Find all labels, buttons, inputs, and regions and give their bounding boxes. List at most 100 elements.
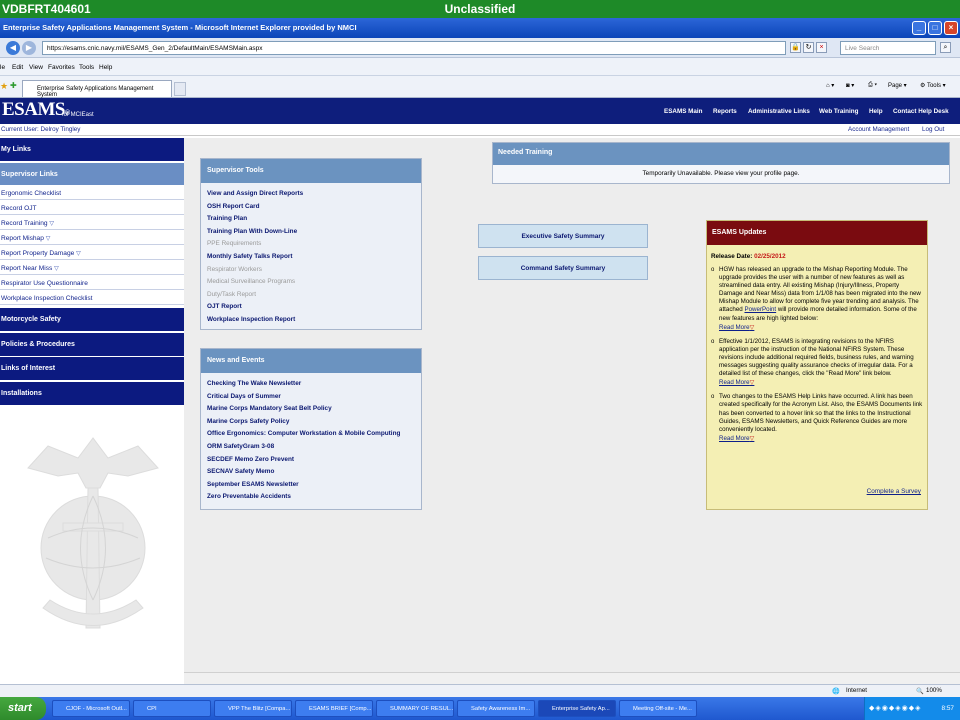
supervisor-tool-link[interactable]: Monthly Safety Talks Report — [201, 253, 421, 266]
nav-reports[interactable]: Reports — [713, 108, 737, 115]
nav-installations[interactable]: Installations — [0, 382, 184, 405]
nav-help[interactable]: Help — [869, 108, 883, 115]
supervisor-tool-link[interactable]: View and Assign Direct Reports — [201, 190, 421, 203]
menu-edit[interactable]: Edit — [12, 64, 23, 71]
news-link[interactable]: Checking The Wake Newsletter — [201, 380, 421, 393]
news-link[interactable]: SECNAV Safety Memo — [201, 468, 421, 481]
add-favorite-icon[interactable]: ✚ — [10, 81, 17, 90]
news-link[interactable]: Critical Days of Summer — [201, 393, 421, 406]
nav-item-record-ojt[interactable]: Record OJT — [0, 203, 184, 215]
lock-icon[interactable]: 🔒 — [790, 42, 801, 53]
taskbar-button[interactable]: CJOF - Microsoft Outl... — [52, 700, 130, 717]
url-field[interactable]: https://esams.cnic.navy.mil/ESAMS_Gen_2/… — [42, 41, 786, 55]
window-title-bar[interactable]: Enterprise Safety Applications Managemen… — [0, 18, 960, 38]
feeds-icon[interactable]: ◙ ▾ — [846, 82, 854, 89]
tools-menu[interactable]: ⚙ Tools ▾ — [920, 82, 946, 89]
supervisor-tool-link[interactable]: Workplace Inspection Report — [201, 316, 421, 329]
start-button[interactable]: start — [0, 697, 46, 720]
news-link[interactable]: SECDEF Memo Zero Prevent — [201, 456, 421, 469]
minimize-button[interactable]: _ — [912, 21, 926, 35]
favorites-star-icon[interactable]: ★ — [0, 81, 8, 92]
chevron-down-icon[interactable]: ▽ — [46, 236, 51, 242]
supervisor-tool-link[interactable]: OJT Report — [201, 303, 421, 316]
taskbar-button[interactable]: CPI — [133, 700, 211, 717]
search-input[interactable]: Live Search — [840, 41, 936, 55]
account-management-link[interactable]: Account Management — [848, 126, 909, 133]
supervisor-tool-link[interactable]: Training Plan With Down-Line — [201, 228, 421, 241]
read-more-link[interactable]: Read More▽ — [719, 434, 923, 443]
stop-icon[interactable]: × — [816, 42, 827, 53]
chevron-down-icon[interactable]: ▽ — [54, 266, 59, 272]
read-more-link[interactable]: Read More▽ — [719, 378, 923, 387]
menu-favorites[interactable]: Favorites — [48, 64, 75, 71]
nav-item-workplace-inspection-checklist[interactable]: Workplace Inspection Checklist — [0, 293, 184, 305]
news-link[interactable]: Zero Preventable Accidents — [201, 493, 421, 506]
taskbar: start CJOF - Microsoft Outl... CPI VPP The… — [0, 697, 960, 720]
chevron-down-icon[interactable]: ▽ — [49, 221, 54, 227]
nav-web-training[interactable]: Web Training — [819, 108, 858, 115]
zoom-level[interactable]: 100% — [926, 687, 942, 694]
zoom-icon[interactable]: 🔍 — [916, 687, 924, 695]
news-link[interactable]: September ESAMS Newsletter — [201, 481, 421, 494]
nav-item-ergonomic-checklist[interactable]: Ergonomic Checklist — [0, 188, 184, 200]
supervisor-tool-link[interactable]: OSH Report Card — [201, 203, 421, 216]
system-tray: ◆◈◉◆◈◉◆◈ 8:57 — [864, 697, 960, 720]
new-tab-button[interactable] — [174, 82, 186, 96]
taskbar-button[interactable]: VPP The Blitz [Compa... — [214, 700, 292, 717]
logout-link[interactable]: Log Out — [922, 126, 944, 133]
taskbar-button[interactable]: Safety Awareness Im... — [457, 700, 535, 717]
news-link[interactable]: Marine Corps Mandatory Seat Belt Policy — [201, 405, 421, 418]
page-menu[interactable]: Page ▾ — [888, 82, 907, 89]
news-link[interactable]: Office Ergonomics: Computer Workstation … — [201, 430, 421, 443]
chevron-down-icon[interactable]: ▽ — [76, 251, 81, 257]
nav-links-of-interest[interactable]: Links of Interest — [0, 357, 184, 380]
taskbar-button-label: SUMMARY OF RESUL... — [390, 706, 454, 712]
esams-logo[interactable]: ESAMS® — [2, 99, 70, 121]
taskbar-button[interactable]: ESAMS BRIEF [Comp... — [295, 700, 373, 717]
command-safety-summary-button[interactable]: Command Safety Summary — [478, 256, 648, 280]
window-title: Enterprise Safety Applications Managemen… — [3, 23, 357, 32]
nav-esams-main[interactable]: ESAMS Main — [664, 108, 703, 115]
menu-view[interactable]: View — [29, 64, 43, 71]
nav-item-report-near-miss[interactable]: Report Near Miss ▽ — [0, 263, 184, 275]
taskbar-button[interactable]: Enterprise Safety Ap... — [538, 700, 616, 717]
taskbar-button[interactable]: Meeting Off-site - Me... — [619, 700, 697, 717]
close-button[interactable]: × — [944, 21, 958, 35]
home-icon[interactable]: ⌂ ▾ — [826, 82, 834, 89]
read-more-link[interactable]: Read More▽ — [719, 323, 923, 332]
news-link[interactable]: Marine Corps Safety Policy — [201, 418, 421, 431]
tray-icons[interactable]: ◆◈◉◆◈◉◆◈ — [869, 704, 922, 712]
bullet-icon: o — [711, 267, 715, 273]
search-icon[interactable]: ⌕ — [940, 42, 951, 53]
nav-policies-procedures[interactable]: Policies & Procedures — [0, 333, 184, 356]
nav-motorcycle-safety[interactable]: Motorcycle Safety — [0, 308, 184, 331]
taskbar-button-label: ESAMS BRIEF [Comp... — [309, 706, 372, 712]
forward-icon[interactable]: ▶ — [22, 41, 36, 55]
nav-item-report-property-damage[interactable]: Report Property Damage ▽ — [0, 248, 184, 260]
menu-file[interactable]: le — [0, 64, 5, 71]
nav-administrative-links[interactable]: Administrative Links — [748, 108, 810, 115]
powerpoint-link[interactable]: PowerPoint — [744, 306, 776, 313]
supervisor-tool-link[interactable]: Training Plan — [201, 215, 421, 228]
taskbar-button[interactable]: SUMMARY OF RESUL... — [376, 700, 454, 717]
refresh-icon[interactable]: ↻ — [803, 42, 814, 53]
nav-my-links[interactable]: My Links — [0, 138, 184, 161]
nav-item-report-mishap[interactable]: Report Mishap ▽ — [0, 233, 184, 245]
browser-tab[interactable]: Enterprise Safety Applications Managemen… — [22, 80, 172, 98]
back-icon[interactable]: ◀ — [6, 41, 20, 55]
menu-tools[interactable]: Tools — [79, 64, 94, 71]
nav-supervisor-links[interactable]: Supervisor Links — [0, 162, 184, 185]
news-link[interactable]: ORM SafetyGram 3-08 — [201, 443, 421, 456]
esams-header: ESAMS® for MCIEast ESAMS Main Reports Ad… — [0, 98, 960, 124]
esams-updates-panel: ESAMS Updates Release Date: 02/25/2012 o… — [706, 220, 928, 510]
nav-item-record-training[interactable]: Record Training ▽ — [0, 218, 184, 230]
maximize-button[interactable]: □ — [928, 21, 942, 35]
nav-item-respirator-use-questionnaire[interactable]: Respirator Use Questionnaire — [0, 278, 184, 290]
horizontal-scrollbar[interactable] — [184, 672, 960, 684]
nav-contact-help-desk[interactable]: Contact Help Desk — [893, 108, 949, 115]
nav-item-label: Report Near Miss — [1, 265, 53, 272]
menu-help[interactable]: Help — [99, 64, 112, 71]
executive-safety-summary-button[interactable]: Executive Safety Summary — [478, 224, 648, 248]
complete-survey-link[interactable]: Complete a Survey — [867, 488, 921, 495]
print-icon[interactable]: ⎙ ▾ — [868, 82, 877, 89]
